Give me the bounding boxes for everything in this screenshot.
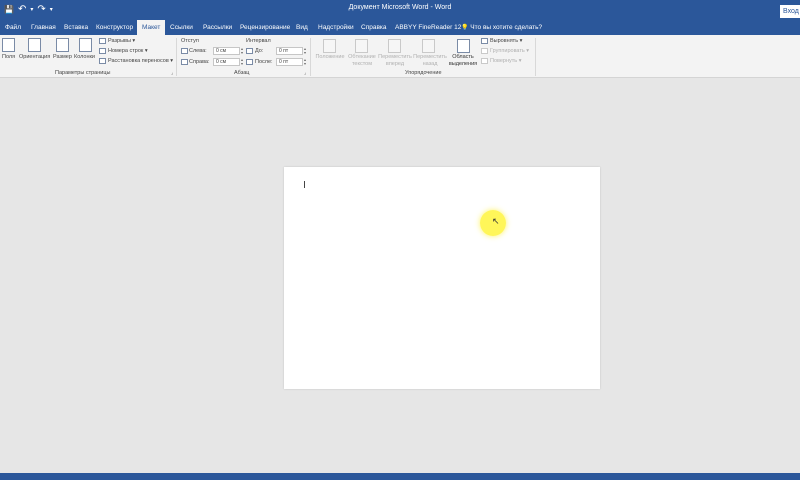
send-backward-button: Переместить назад: [413, 54, 447, 67]
mouse-pointer-icon: ↖: [492, 216, 500, 226]
tab-home[interactable]: Главная: [31, 20, 56, 35]
tab-abbyy[interactable]: ABBYY FineReader 12: [395, 20, 461, 35]
tell-me-text: Что вы хотите сделать?: [470, 24, 543, 31]
indent-right-input[interactable]: 0 см: [213, 58, 240, 66]
indent-left-icon: [181, 48, 188, 54]
tab-review[interactable]: Рецензирование: [240, 20, 290, 35]
orientation-button[interactable]: Ориентация: [19, 54, 50, 61]
tab-layout[interactable]: Макет: [137, 20, 166, 35]
tab-mailings[interactable]: Рассылки: [203, 20, 232, 35]
ribbon: Поля Ориентация Размер Колонки Разрывы ▾…: [0, 35, 800, 78]
bring-forward-icon: [388, 39, 401, 53]
group-separator: [535, 38, 536, 76]
tab-design[interactable]: Конструктор: [96, 20, 133, 35]
spacing-before-label: До:: [255, 48, 264, 54]
wrap-text-icon: [355, 39, 368, 53]
indent-right-label: Справа:: [189, 59, 210, 65]
hyphenation-icon[interactable]: [99, 58, 106, 64]
tell-me-box[interactable]: 💡 Что вы хотите сделать?: [461, 20, 542, 35]
tab-references[interactable]: Ссылки: [170, 20, 193, 35]
spacing-before-input[interactable]: 0 пт: [276, 47, 303, 55]
spacing-before-spinner[interactable]: ▴ ▾: [303, 47, 307, 55]
align-button[interactable]: Выровнять ▾: [490, 38, 522, 45]
status-bar: [0, 473, 800, 480]
rotate-icon: [481, 58, 488, 64]
spacing-after-icon: [246, 59, 253, 65]
position-button: Положение: [315, 54, 345, 60]
selection-pane-icon[interactable]: [457, 39, 470, 53]
align-icon[interactable]: [481, 38, 488, 44]
ribbon-tabs: Файл Главная Вставка Конструктор Макет С…: [0, 20, 800, 35]
margins-button[interactable]: Поля: [2, 54, 15, 61]
spacing-after-input[interactable]: 0 пт: [276, 58, 303, 66]
tab-help[interactable]: Справка: [361, 20, 387, 35]
margins-icon[interactable]: [2, 38, 15, 52]
tab-insert[interactable]: Вставка: [64, 20, 88, 35]
signin-button[interactable]: Вход: [780, 5, 800, 18]
paragraph-launcher-icon[interactable]: ⌟: [304, 70, 306, 76]
document-title: Документ Microsoft Word - Word: [348, 4, 452, 11]
breaks-icon[interactable]: [99, 38, 106, 44]
spacing-after-label: После:: [255, 59, 273, 65]
group-label-page-setup: Параметры страницы: [55, 70, 111, 76]
tab-addins[interactable]: Надстройки: [318, 20, 354, 35]
spacing-before-icon: [246, 48, 253, 54]
indent-right-spinner[interactable]: ▴ ▾: [240, 58, 244, 66]
position-icon: [323, 39, 336, 53]
lightbulb-icon: 💡: [461, 25, 469, 31]
selection-pane-button[interactable]: Область выделения: [448, 54, 478, 68]
indent-left-input[interactable]: 0 см: [213, 47, 240, 55]
size-button[interactable]: Размер: [53, 54, 72, 61]
group-label-arrange: Упорядочение: [405, 70, 442, 76]
indent-right-icon: [181, 59, 188, 65]
tab-view[interactable]: Вид: [296, 20, 308, 35]
tab-file[interactable]: Файл: [5, 20, 21, 35]
wrap-text-button: Обтекание текстом: [348, 54, 376, 67]
indent-heading: Отступ: [181, 38, 199, 44]
title-bar: 💾 ↶ ▾ ↷ ▾ Документ Microsoft Word - Word…: [0, 0, 800, 20]
indent-left-spinner[interactable]: ▴ ▾: [240, 47, 244, 55]
orientation-icon[interactable]: [28, 38, 41, 52]
group-objects-button: Группировать ▾: [490, 48, 530, 54]
rotate-button: Повернуть ▾: [490, 58, 522, 64]
page-setup-launcher-icon[interactable]: ⌟: [171, 70, 173, 76]
line-numbers-button[interactable]: Номера строк ▾: [108, 48, 148, 55]
line-numbers-icon[interactable]: [99, 48, 106, 54]
columns-icon[interactable]: [79, 38, 92, 52]
spacing-after-spinner[interactable]: ▴ ▾: [303, 58, 307, 66]
breaks-button[interactable]: Разрывы ▾: [108, 38, 135, 45]
bring-forward-button: Переместить вперед: [378, 54, 412, 67]
group-label-paragraph: Абзац: [234, 70, 250, 76]
spacing-heading: Интервал: [246, 38, 271, 44]
indent-left-label: Слева:: [189, 48, 207, 54]
group-objects-icon: [481, 48, 488, 54]
send-backward-icon: [422, 39, 435, 53]
size-icon[interactable]: [56, 38, 69, 52]
hyphenation-button[interactable]: Расстановка переносов ▾: [108, 58, 173, 65]
group-separator: [176, 38, 177, 76]
group-separator: [310, 38, 311, 76]
columns-button[interactable]: Колонки: [74, 54, 95, 61]
document-page[interactable]: [284, 167, 600, 389]
text-cursor: [304, 181, 305, 188]
